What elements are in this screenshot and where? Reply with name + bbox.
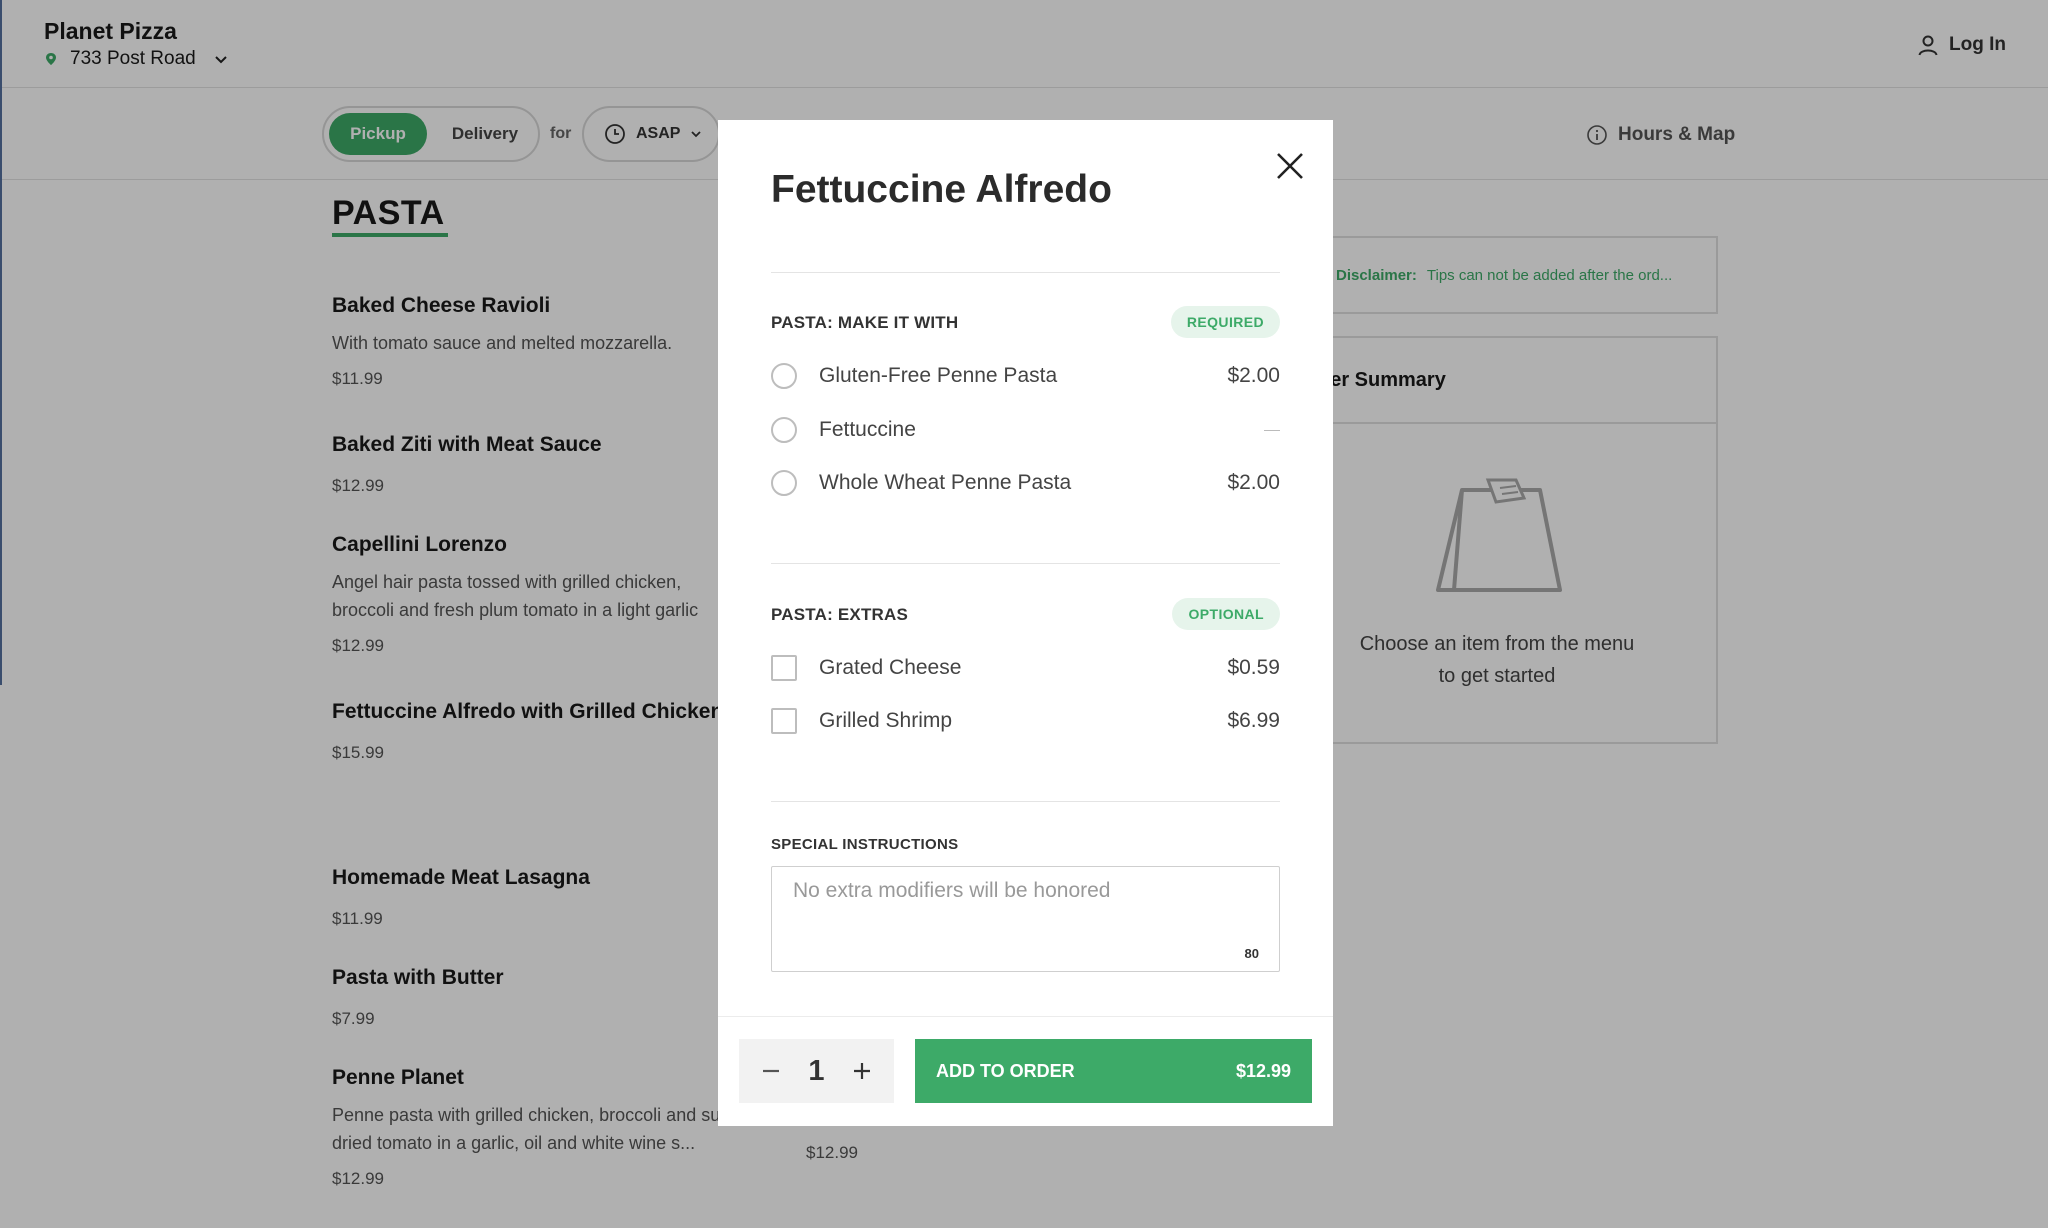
- required-badge: REQUIRED: [1170, 306, 1280, 338]
- quantity-stepper: 1: [739, 1039, 894, 1103]
- option-group-title: PASTA: MAKE IT WITH: [771, 313, 959, 332]
- option-label: Whole Wheat Penne Pasta: [819, 471, 1072, 494]
- option-price: $6.99: [1227, 709, 1280, 732]
- option-group-title: PASTA: EXTRAS: [771, 605, 909, 624]
- option-whole-wheat-penne[interactable]: Whole Wheat Penne Pasta $2.00: [771, 463, 1280, 503]
- window-edge: [0, 0, 2, 685]
- item-options-modal: Fettuccine Alfredo PASTA: MAKE IT WITH R…: [718, 120, 1333, 1126]
- increase-quantity-button[interactable]: [848, 1057, 876, 1085]
- add-to-order-label: ADD TO ORDER: [936, 1060, 1075, 1081]
- option-grated-cheese[interactable]: Grated Cheese $0.59: [771, 648, 1280, 688]
- checkbox[interactable]: [771, 655, 797, 681]
- option-label: Fettuccine: [819, 418, 916, 441]
- minus-icon: [763, 1069, 779, 1073]
- add-to-order-price: $12.99: [1235, 1060, 1291, 1081]
- option-label: Gluten-Free Penne Pasta: [819, 364, 1058, 387]
- checkbox[interactable]: [771, 708, 797, 734]
- divider: [771, 272, 1280, 273]
- option-price: $0.59: [1227, 656, 1280, 679]
- option-label: Grilled Shrimp: [819, 709, 953, 732]
- radio-button[interactable]: [771, 417, 797, 443]
- option-price: $2.00: [1227, 471, 1280, 494]
- special-instructions-input[interactable]: [772, 867, 1279, 971]
- option-price: $2.00: [1227, 364, 1280, 387]
- option-grilled-shrimp[interactable]: Grilled Shrimp $6.99: [771, 701, 1280, 741]
- add-to-order-button[interactable]: ADD TO ORDER $12.99: [915, 1039, 1312, 1103]
- special-instructions-box: 80: [771, 866, 1280, 972]
- modal-title: Fettuccine Alfredo: [771, 168, 1112, 211]
- radio-button[interactable]: [771, 470, 797, 496]
- optional-badge: OPTIONAL: [1172, 598, 1280, 630]
- quantity-value: 1: [808, 1054, 825, 1087]
- char-count: 80: [1244, 946, 1259, 961]
- divider: [771, 563, 1280, 564]
- option-label: Grated Cheese: [819, 656, 962, 679]
- close-icon[interactable]: [1272, 148, 1308, 184]
- radio-button[interactable]: [771, 363, 797, 389]
- option-fettuccine[interactable]: Fettuccine: [771, 410, 1280, 450]
- no-charge-dash: [1264, 429, 1280, 431]
- special-instructions-title: SPECIAL INSTRUCTIONS: [771, 836, 959, 853]
- decrease-quantity-button[interactable]: [757, 1057, 785, 1085]
- divider: [771, 801, 1280, 802]
- plus-icon: [853, 1063, 870, 1079]
- option-gluten-free-penne[interactable]: Gluten-Free Penne Pasta $2.00: [771, 356, 1280, 396]
- modal-footer: 1 ADD TO ORDER $12.99: [718, 1016, 1333, 1126]
